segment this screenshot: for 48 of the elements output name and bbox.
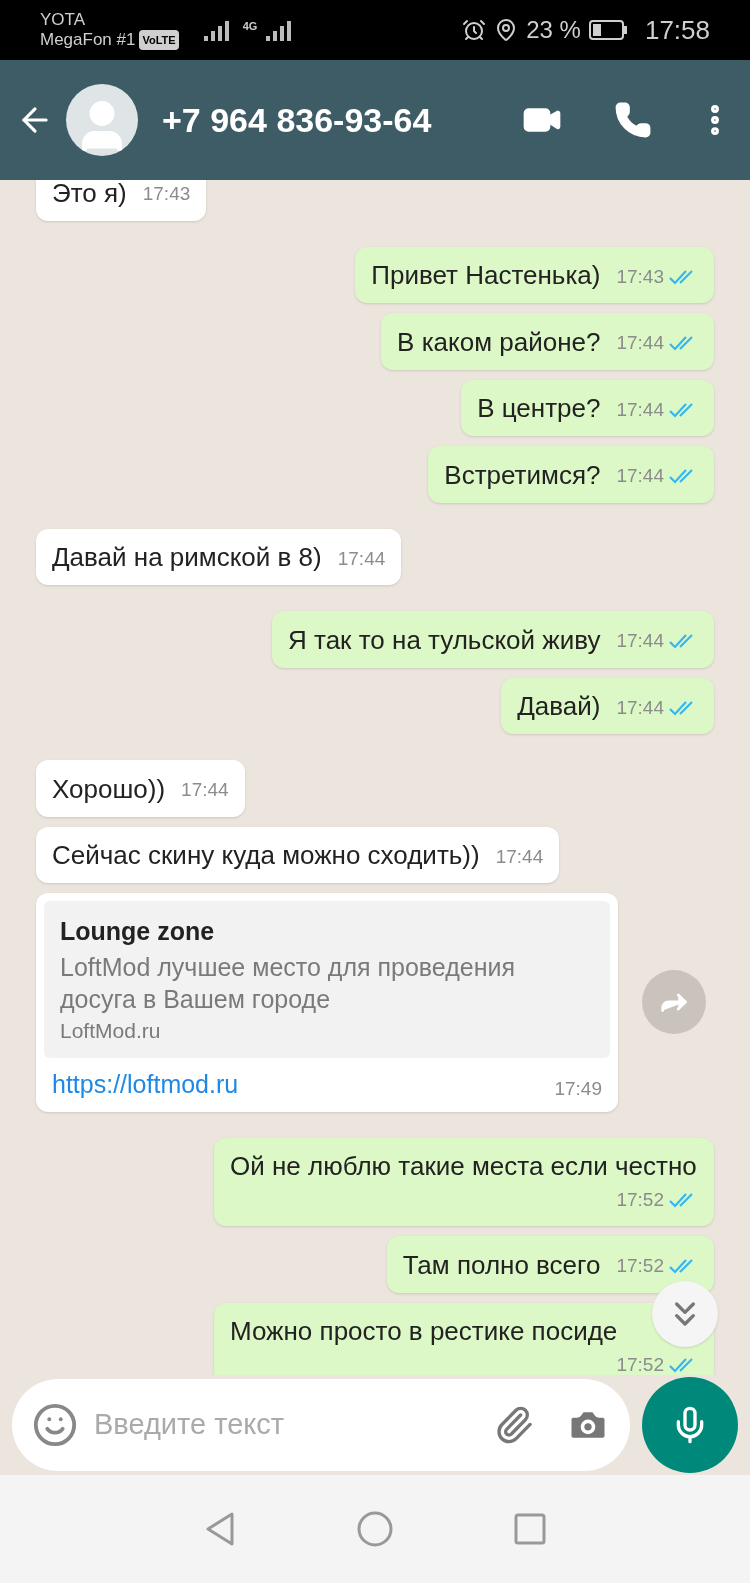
- message-text: Я так то на тульской живу: [288, 623, 601, 656]
- contact-name[interactable]: +7 964 836-93-64: [162, 94, 510, 146]
- attach-icon[interactable]: [494, 1405, 534, 1445]
- phone-icon[interactable]: [614, 101, 652, 139]
- message-text: Хорошо)): [52, 772, 166, 805]
- message-time: 17:44: [495, 844, 544, 869]
- message-text: Давай): [517, 690, 601, 722]
- message-text: В центре?: [477, 392, 601, 424]
- battery-icon: [588, 19, 629, 41]
- message-text: Можно просто в рестике посиде: [230, 1314, 619, 1347]
- home-circle-icon[interactable]: [356, 1510, 394, 1548]
- message-text: Ой не люблю такие места если честно: [230, 1149, 698, 1182]
- battery-percent: 23 %: [526, 15, 581, 45]
- message-text: Давай на римской в 8): [52, 541, 322, 573]
- message-time: 17:43: [142, 182, 191, 206]
- message-time: 17:44: [181, 778, 229, 802]
- message-text: Это я): [52, 180, 127, 209]
- message-time: 17:44: [616, 464, 664, 488]
- carrier-name: YOTA: [40, 10, 87, 30]
- link-description: LoftMod лучшее место для проведения досуга в Вашем городе: [60, 951, 516, 1015]
- message-time: 17:43: [616, 264, 664, 289]
- volte-badge: VoLTE: [139, 30, 179, 50]
- message-text: Привет Настенька): [371, 259, 601, 291]
- message-time: 17:52: [616, 1352, 664, 1375]
- message-time: 17:52: [616, 1187, 664, 1212]
- message-time: 17:44: [616, 629, 664, 653]
- carrier-name: MegaFon #1: [40, 30, 136, 50]
- recents-square-icon[interactable]: [514, 1513, 546, 1545]
- message-time: 17:44: [616, 695, 664, 720]
- message-text: В каком районе?: [397, 325, 601, 358]
- back-triangle-icon[interactable]: [204, 1511, 236, 1547]
- alarm-icon: [462, 18, 487, 42]
- clock: 17:58: [644, 13, 710, 47]
- message-text: Там полно всего: [402, 1248, 601, 1281]
- message-time: 17:44: [616, 331, 664, 355]
- emoji-icon[interactable]: [32, 1402, 78, 1448]
- message-time: 17:52: [616, 1254, 664, 1278]
- link-title: Lounge zone: [60, 916, 216, 947]
- message-time: 17:44: [337, 546, 386, 571]
- link-domain: LoftMod.ru: [60, 1017, 162, 1044]
- link-preview[interactable]: Lounge zone LoftMod лучшее место для проведения досуга в Вашем городе LoftMod.ru: [44, 901, 610, 1058]
- message-input[interactable]: Введите текст: [12, 1379, 630, 1471]
- message-time: 17:49: [554, 1077, 602, 1101]
- message-time: 17:44: [616, 397, 664, 422]
- link-url[interactable]: https://loftmod.ru: [52, 1066, 239, 1104]
- message-text: Сейчас скину куда можно сходить)): [52, 839, 480, 871]
- network-type: 4G: [242, 19, 258, 34]
- message-text: Встретимся?: [444, 458, 601, 491]
